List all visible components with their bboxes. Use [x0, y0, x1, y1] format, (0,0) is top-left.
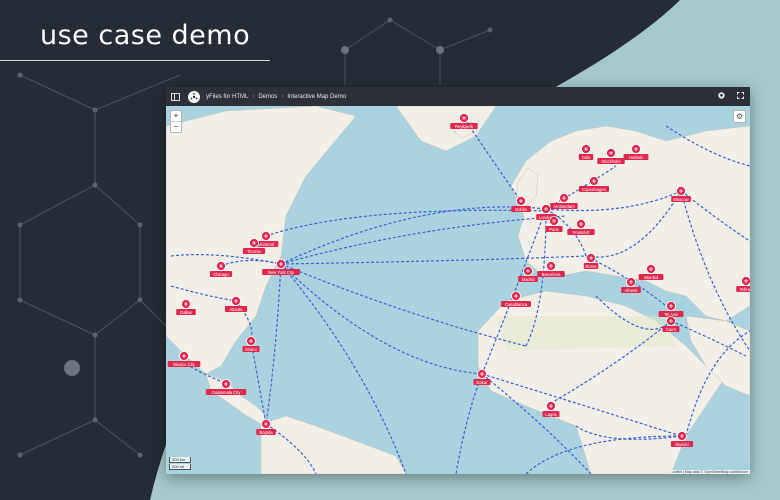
city-label: Guatemala City [212, 390, 242, 395]
city-label: Rome [585, 264, 597, 269]
city-label: Cairo [666, 327, 677, 332]
city-label: Athens [624, 288, 637, 293]
city-label: Nairobi [675, 442, 688, 447]
city-label: Moscow [673, 197, 689, 202]
yfiles-logo-icon[interactable] [188, 90, 200, 103]
scale-km: 300 km [169, 457, 191, 463]
toolbar: yFiles for HTML › Demos › Interactive Ma… [166, 87, 750, 106]
city-label: Casablanca [505, 302, 528, 307]
chevron-right-icon: › [252, 93, 255, 100]
demo-window: yFiles for HTML › Demos › Interactive Ma… [166, 87, 750, 474]
chevron-right-icon: › [281, 93, 284, 100]
city-label: Oslo [582, 155, 591, 160]
breadcrumb-demos[interactable]: Demos [258, 94, 277, 100]
headline-underline [0, 60, 270, 61]
scale-mi: 200 mi [169, 464, 191, 470]
city-label: Copenhagen [582, 187, 607, 192]
city-label: Reykjavik [455, 124, 474, 129]
panel-toggle-icon[interactable] [168, 87, 182, 106]
zoom-in-button[interactable]: + [171, 111, 181, 122]
breadcrumb-root[interactable]: yFiles for HTML [206, 94, 248, 100]
city-label: Istanbul [644, 275, 659, 280]
city-label: Amsterdam [553, 204, 575, 209]
city-label: Montreal [258, 242, 274, 247]
gear-icon[interactable]: ⚙ [733, 110, 746, 123]
zoom-out-button[interactable]: − [171, 122, 181, 132]
city-label: Frankfurt [573, 230, 591, 235]
city-label: Mexico City [173, 362, 196, 367]
city-label: Dallas [180, 310, 192, 315]
breadcrumb-current: Interactive Map Demo [287, 93, 347, 100]
city-label: Paris [549, 227, 559, 232]
city-label: New York City [268, 270, 295, 275]
city-label: Atlanta [229, 307, 243, 312]
city-label: Bogota [259, 430, 273, 435]
map-attribution[interactable]: Leaflet | Map data © OpenStreetMap contr… [669, 470, 750, 474]
city-label: Stockholm [601, 159, 621, 164]
headline: use case demo [40, 20, 251, 51]
city-label: Helsinki [629, 155, 644, 160]
city-label: Dublin [515, 207, 528, 212]
city-label: Barcelona [542, 272, 562, 277]
city-label: Chicago [213, 272, 229, 277]
github-icon[interactable] [718, 92, 725, 101]
city-label: Lagos [545, 412, 556, 417]
city-label: Tehran [740, 287, 750, 292]
scale-bar: 300 km 200 mi [169, 456, 191, 470]
city-label: Miami [245, 347, 256, 352]
world-map[interactable]: Reykjavik Oslo Stockholm Helsinki Copenhagen… [166, 106, 750, 474]
city-label: Madrid [522, 277, 535, 282]
city-label: Toronto [247, 249, 262, 254]
zoom-control: + − [170, 110, 182, 133]
city-label: Dakar [476, 380, 488, 385]
city-label: Tel Aviv [664, 312, 679, 317]
fullscreen-icon[interactable] [737, 92, 744, 101]
